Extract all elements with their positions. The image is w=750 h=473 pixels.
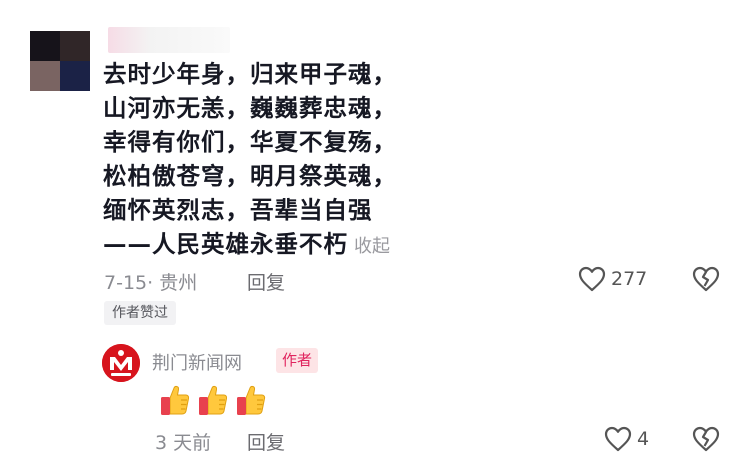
avatar-pixel	[60, 31, 90, 61]
reply-author-logo[interactable]	[102, 344, 140, 382]
avatar-pixel	[60, 61, 90, 91]
comment-date-location: 7-15· 贵州	[104, 272, 198, 294]
comment-line-last: ——人民英雄永垂不朽 收起	[103, 227, 397, 264]
reply-text	[157, 382, 269, 418]
collapse-link[interactable]: 收起	[354, 236, 390, 257]
comment-line: 缅怀英烈志，吾辈当自强	[103, 196, 373, 224]
thumbs-up-icon	[161, 385, 190, 415]
author-badge: 作者	[276, 348, 319, 373]
like-count: 277	[611, 268, 648, 290]
jingmen-logo-icon	[102, 344, 140, 382]
reply-button[interactable]: 回复	[247, 268, 285, 295]
commenter-name-redacted[interactable]	[108, 27, 230, 53]
thumbs-up-icon	[237, 385, 266, 415]
heart-outline-icon	[604, 426, 632, 452]
avatar-pixel	[30, 61, 60, 91]
reply-time: 3 天前	[155, 432, 212, 454]
dislike-button[interactable]	[692, 266, 720, 296]
reply-author-name[interactable]: 荆门新闻网	[152, 349, 242, 375]
reply-reply-button[interactable]: 回复	[247, 428, 285, 455]
reply-like-count: 4	[637, 428, 650, 450]
author-liked-badge: 作者赞过	[104, 301, 176, 325]
avatar-pixel	[30, 31, 60, 61]
like-button[interactable]: 277	[578, 266, 647, 292]
thumbs-up-icon	[199, 385, 228, 415]
comment-line: 幸得有你们，华夏不复殇，	[103, 128, 397, 156]
broken-heart-icon	[692, 426, 720, 452]
comment-line: 松柏傲苍穹，明月祭英魂，	[103, 162, 397, 190]
comment-line: 去时少年身，归来甲子魂，	[103, 60, 397, 88]
reply-like-button[interactable]: 4	[604, 426, 649, 452]
reply-dislike-button[interactable]	[692, 426, 720, 456]
commenter-avatar[interactable]	[30, 31, 90, 91]
broken-heart-icon	[692, 266, 720, 292]
comment-text: 去时少年身，归来甲子魂， 山河亦无恙，巍巍葬忠魂， 幸得有你们，华夏不复殇， 松…	[103, 57, 397, 264]
heart-outline-icon	[578, 266, 606, 292]
comment-line: ——人民英雄永垂不朽	[103, 230, 348, 258]
comment-line: 山河亦无恙，巍巍葬忠魂，	[103, 94, 397, 122]
